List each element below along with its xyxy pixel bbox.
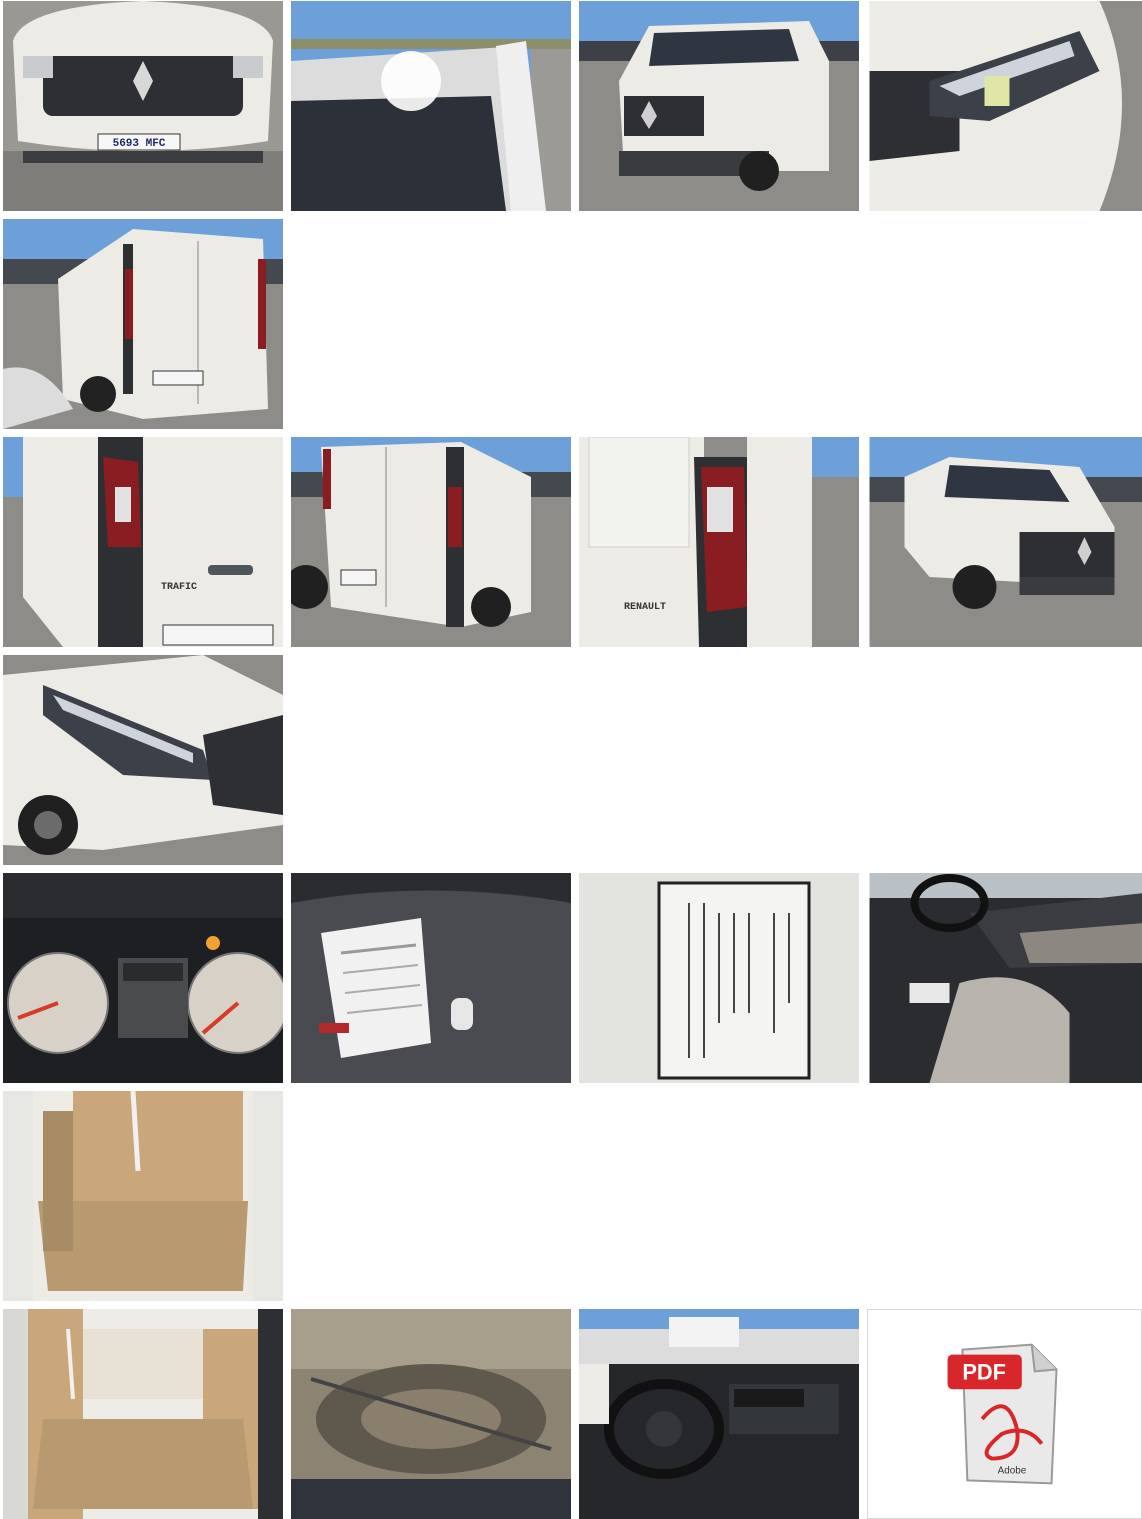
- pdf-icon: PDF Adobe: [868, 1310, 1141, 1518]
- instrument-cluster-image: [3, 873, 283, 1083]
- trafic-badge: TRAFIC: [161, 582, 197, 593]
- photo-roof-windshield[interactable]: [291, 1, 571, 211]
- photo-front-view[interactable]: 5693 MFC: [3, 1, 283, 211]
- dashboard-steering-image: [579, 1309, 859, 1519]
- photo-rear-side-trafic[interactable]: TRAFIC: [3, 437, 283, 647]
- roof-windshield-image: [291, 1, 571, 211]
- adobe-label: Adobe: [998, 1465, 1027, 1476]
- vin-label-image: [579, 873, 859, 1083]
- front-fender-closeup-image: [3, 655, 283, 865]
- rear-side-trafic-image: TRAFIC: [3, 437, 283, 647]
- photo-cab-interior-passenger[interactable]: [867, 873, 1142, 1083]
- photo-instrument-cluster[interactable]: [3, 873, 283, 1083]
- photo-rear-doors[interactable]: [291, 437, 571, 647]
- photo-front-three-quarter[interactable]: [579, 1, 859, 211]
- rear-doors-image: [291, 437, 571, 647]
- license-plate: 5693 MFC: [113, 138, 166, 150]
- front-three-quarter-image: [579, 1, 859, 211]
- photo-vin-label[interactable]: [579, 873, 859, 1083]
- cargo-area-rear-image: [3, 1309, 283, 1519]
- photo-rear-three-quarter[interactable]: [3, 219, 283, 429]
- photo-cargo-area-rear[interactable]: [3, 1309, 283, 1519]
- pdf-label: PDF: [962, 1359, 1006, 1384]
- photo-front-fender-closeup[interactable]: [3, 655, 283, 865]
- cab-interior-passenger-image: [867, 873, 1142, 1083]
- photo-rear-taillight-renault[interactable]: RENAULT: [579, 437, 859, 647]
- photo-gallery: 5693 MFC: [3, 1, 1142, 1518]
- renault-badge: RENAULT: [624, 602, 666, 613]
- pdf-download-link[interactable]: PDF Adobe: [867, 1309, 1142, 1519]
- rear-three-quarter-image: [3, 219, 283, 429]
- spare-tire-image: [291, 1309, 571, 1519]
- photo-spare-tire[interactable]: [291, 1309, 571, 1519]
- photo-headlight-closeup[interactable]: [867, 1, 1142, 211]
- front-right-three-quarter-image: [867, 437, 1142, 647]
- cargo-area-side-image: [3, 1091, 283, 1301]
- photo-dashboard-steering[interactable]: [579, 1309, 859, 1519]
- headlight-closeup-image: [867, 1, 1142, 211]
- photo-front-right-three-quarter[interactable]: [867, 437, 1142, 647]
- documents-and-key-image: [291, 873, 571, 1083]
- photo-documents-and-key[interactable]: [291, 873, 571, 1083]
- photo-cargo-area-side[interactable]: [3, 1091, 283, 1301]
- rear-taillight-renault-image: RENAULT: [579, 437, 859, 647]
- front-view-image: 5693 MFC: [3, 1, 283, 211]
